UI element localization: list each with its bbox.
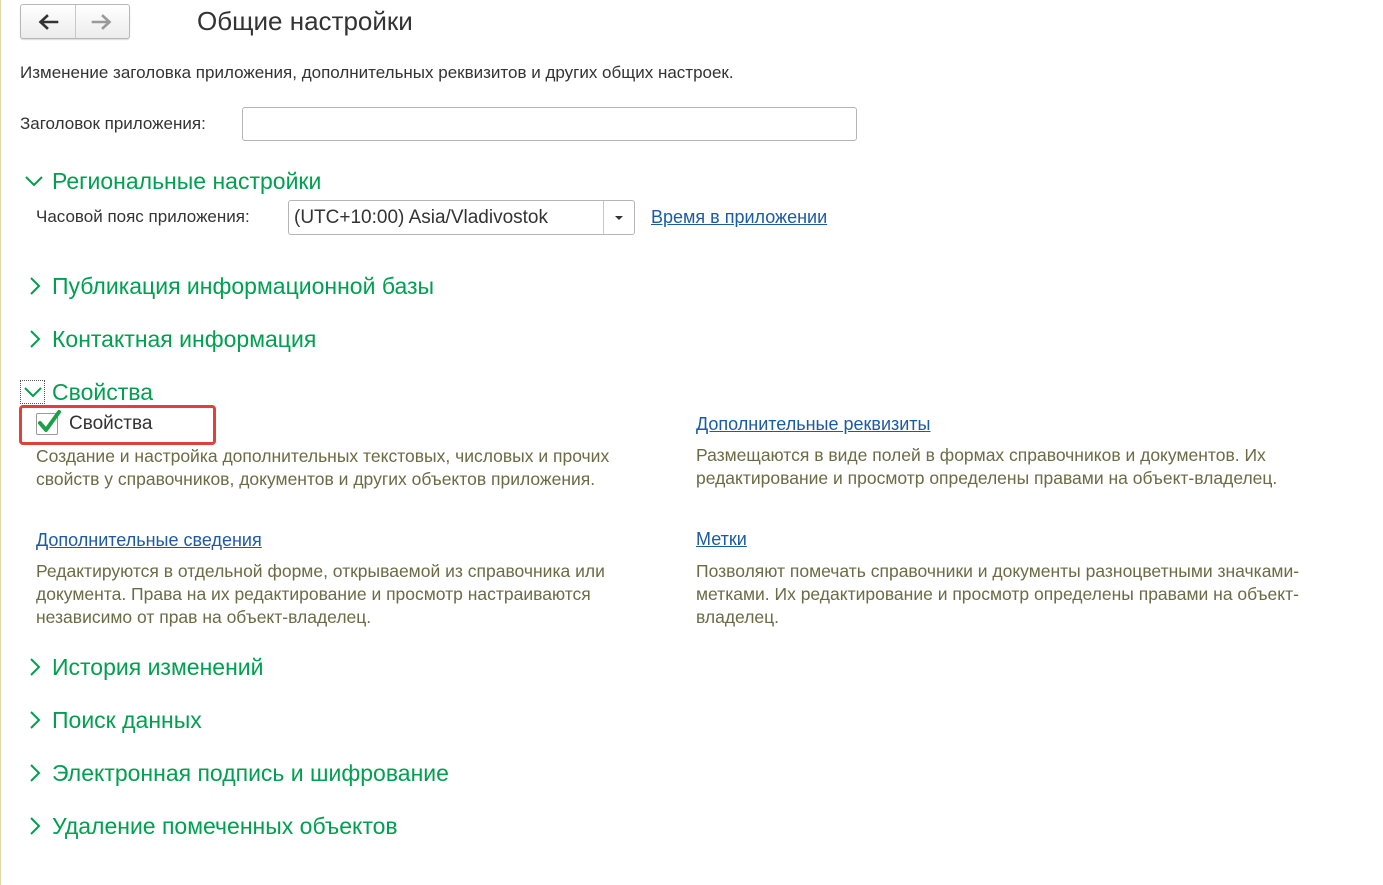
page-description: Изменение заголовка приложения, дополнит… bbox=[20, 63, 734, 82]
chevron-right-icon bbox=[20, 655, 48, 679]
tags-link[interactable]: Метки bbox=[696, 529, 747, 550]
tags-description: Позволяют помечать справочники и докумен… bbox=[696, 561, 1300, 627]
properties-description: Создание и настройка дополнительных текс… bbox=[36, 446, 610, 489]
chevron-right-icon bbox=[20, 274, 48, 298]
group-title-history: История изменений bbox=[52, 653, 264, 680]
group-header-search[interactable]: Поиск данных bbox=[20, 706, 202, 734]
group-title-regional: Региональные настройки bbox=[52, 167, 322, 194]
extra-attributes-link[interactable]: Дополнительные реквизиты bbox=[696, 414, 931, 435]
extra-info-description: Редактируются в отдельной форме, открыва… bbox=[36, 561, 605, 627]
group-header-signature[interactable]: Электронная подпись и шифрование bbox=[20, 759, 449, 787]
chevron-right-icon bbox=[20, 761, 48, 785]
properties-checkbox[interactable] bbox=[36, 410, 61, 435]
chevron-right-icon bbox=[20, 327, 48, 351]
properties-checkbox-label: Свойства bbox=[69, 413, 153, 434]
group-header-history[interactable]: История изменений bbox=[20, 653, 263, 681]
arrow-left-icon bbox=[38, 13, 59, 30]
forward-button[interactable] bbox=[74, 5, 130, 38]
chevron-right-icon bbox=[20, 708, 48, 732]
chevron-down-icon bbox=[20, 169, 48, 193]
extra-attributes-description: Размещаются в виде полей в формах справо… bbox=[696, 445, 1278, 488]
properties-checkbox-row[interactable]: Свойства bbox=[36, 410, 153, 437]
app-title-label: Заголовок приложения: bbox=[20, 114, 206, 133]
dropdown-button[interactable] bbox=[603, 201, 634, 234]
chevron-right-icon bbox=[20, 814, 48, 838]
timezone-label: Часовой пояс приложения: bbox=[36, 207, 250, 226]
group-header-deletion[interactable]: Удаление помеченных объектов bbox=[20, 812, 398, 840]
timezone-select[interactable]: (UTC+10:00) Asia/Vladivostok bbox=[288, 200, 635, 235]
dropdown-arrow-icon bbox=[615, 215, 623, 220]
group-header-contact[interactable]: Контактная информация bbox=[20, 325, 316, 353]
navigation-buttons bbox=[20, 4, 130, 39]
group-title-search: Поиск данных bbox=[52, 706, 202, 733]
time-in-app-link[interactable]: Время в приложении bbox=[651, 207, 827, 228]
checkmark-icon bbox=[38, 410, 61, 432]
page-title: Общие настройки bbox=[197, 6, 413, 36]
group-title-signature: Электронная подпись и шифрование bbox=[52, 759, 449, 786]
timezone-value: (UTC+10:00) Asia/Vladivostok bbox=[294, 207, 548, 228]
app-title-input[interactable] bbox=[242, 107, 857, 141]
group-header-publication[interactable]: Публикация информационной базы bbox=[20, 272, 434, 300]
group-title-properties: Свойства bbox=[52, 378, 153, 405]
group-title-publication: Публикация информационной базы bbox=[52, 272, 435, 299]
group-header-regional[interactable]: Региональные настройки bbox=[20, 167, 321, 195]
group-title-deletion: Удаление помеченных объектов bbox=[52, 812, 398, 839]
group-title-contact: Контактная информация bbox=[52, 325, 317, 352]
arrow-right-icon bbox=[91, 13, 112, 30]
settings-page: Общие настройки Изменение заголовка прил… bbox=[0, 0, 1383, 885]
group-header-properties[interactable]: Свойства bbox=[20, 378, 153, 406]
back-button[interactable] bbox=[21, 5, 75, 38]
chevron-down-icon bbox=[20, 380, 45, 404]
extra-info-link[interactable]: Дополнительные сведения bbox=[36, 530, 262, 551]
